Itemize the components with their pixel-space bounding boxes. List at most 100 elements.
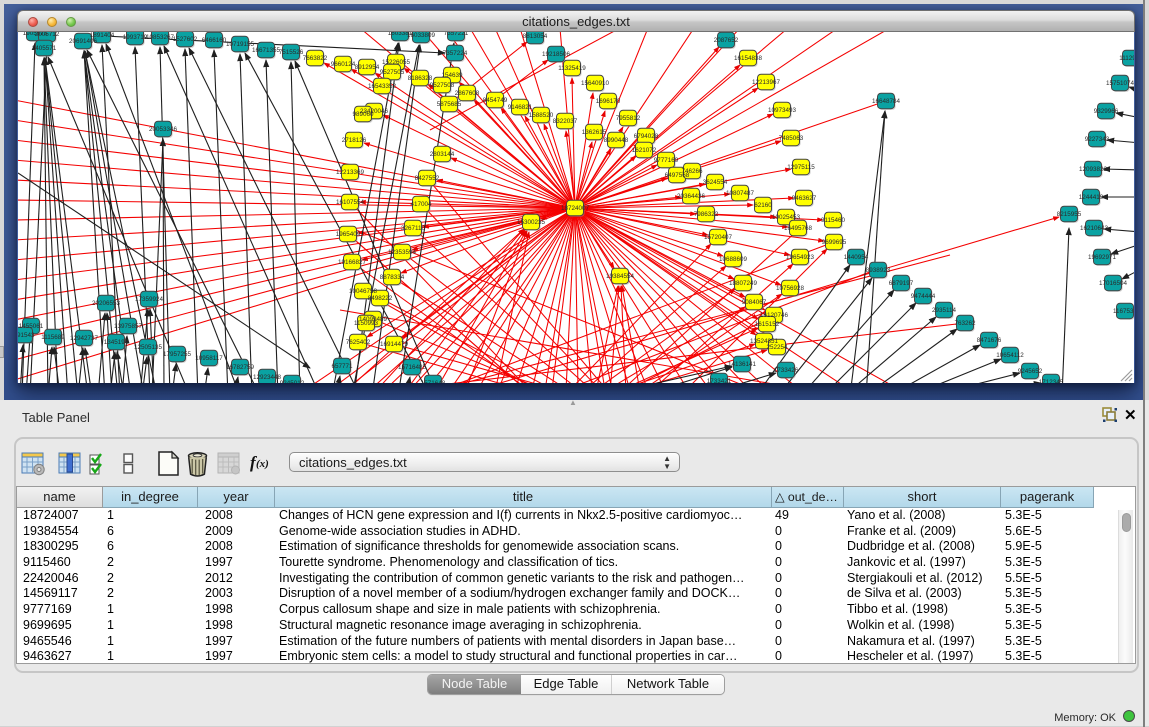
svg-text:16120746: 16120746 (760, 312, 789, 319)
svg-text:1345194: 1345194 (104, 339, 129, 346)
svg-text:2803144: 2803144 (430, 151, 455, 158)
svg-text:5875685: 5875685 (437, 101, 462, 108)
svg-text:10973493: 10973493 (768, 107, 797, 114)
svg-text:19654923: 19654923 (786, 254, 815, 261)
svg-text:19166827: 19166827 (338, 259, 367, 266)
svg-text:16648784: 16648784 (872, 98, 901, 105)
svg-text:18724007: 18724007 (561, 205, 590, 212)
svg-text:13975857: 13975857 (114, 323, 143, 330)
svg-text:12353594: 12353594 (388, 249, 417, 256)
svg-text:10046758: 10046758 (349, 288, 378, 295)
svg-text:17359924: 17359924 (135, 296, 164, 303)
svg-text:16543352: 16543352 (368, 83, 397, 90)
svg-text:1405571: 1405571 (32, 45, 57, 52)
svg-text:16782759: 16782759 (226, 364, 255, 371)
svg-text:16914479: 16914479 (380, 341, 409, 348)
svg-text:12975115: 12975115 (787, 164, 815, 171)
svg-text:14136141: 14136141 (728, 361, 757, 368)
svg-text:1571648: 1571648 (421, 380, 446, 383)
svg-text:8912954: 8912954 (355, 64, 380, 71)
svg-text:2718126: 2718126 (342, 137, 367, 144)
svg-text:7663822: 7663822 (303, 55, 328, 62)
svg-text:1115689: 1115689 (41, 334, 65, 341)
svg-text:12923448: 12923448 (253, 374, 282, 381)
svg-text:11325419: 11325419 (558, 65, 586, 72)
svg-text:20206553: 20206553 (92, 300, 121, 307)
svg-text:9527505: 9527505 (380, 69, 405, 76)
svg-text:(x): (x) (256, 458, 269, 470)
svg-text:16154838: 16154838 (734, 55, 763, 62)
svg-text:7986322: 7986322 (694, 211, 719, 218)
svg-text:9474444: 9474444 (911, 293, 936, 300)
svg-text:16033809: 16033809 (407, 32, 436, 39)
svg-text:9527508: 9527508 (430, 82, 455, 89)
svg-text:8454749: 8454749 (483, 97, 508, 104)
svg-text:763262: 763262 (954, 320, 976, 327)
svg-text:1362615: 1362615 (582, 129, 607, 136)
svg-text:2005712: 2005712 (35, 32, 60, 38)
svg-text:7357221: 7357221 (444, 32, 469, 37)
svg-text:2935114: 2935114 (932, 307, 957, 314)
svg-text:989060: 989060 (352, 111, 374, 118)
svg-text:10025453: 10025453 (772, 214, 801, 221)
svg-text:9699695: 9699695 (822, 239, 847, 246)
svg-text:7485063: 7485063 (779, 135, 804, 142)
svg-text:1527602: 1527602 (173, 36, 198, 43)
svg-text:17957255: 17957255 (163, 351, 192, 358)
svg-text:9245652: 9245652 (1018, 368, 1043, 375)
svg-text:12505135: 12505135 (134, 344, 163, 351)
svg-text:9463627: 9463627 (792, 195, 817, 202)
svg-text:20691406: 20691406 (69, 38, 98, 45)
svg-text:1621072: 1621072 (632, 147, 657, 154)
svg-text:6879197: 6879197 (889, 280, 914, 287)
svg-text:154639: 154639 (441, 72, 463, 79)
svg-text:417004: 417004 (410, 201, 432, 208)
svg-text:62160: 62160 (754, 202, 772, 209)
svg-text:10807487: 10807487 (726, 190, 755, 197)
svg-text:657771: 657771 (331, 363, 353, 370)
svg-text:7955812: 7955812 (616, 115, 641, 122)
svg-text:1993719: 1993719 (123, 34, 148, 41)
svg-text:9146821: 9146821 (508, 104, 533, 111)
svg-text:19384554: 19384554 (606, 273, 635, 280)
svg-text:8878334: 8878334 (380, 274, 405, 281)
svg-text:391543: 391543 (18, 332, 35, 339)
svg-text:8813054: 8813054 (523, 33, 548, 40)
svg-text:10756928: 10756928 (776, 285, 805, 292)
svg-text:8186328: 8186328 (408, 75, 433, 82)
svg-text:1891404: 1891404 (90, 32, 115, 39)
svg-text:10719155: 10719155 (226, 41, 255, 48)
svg-text:20053346: 20053346 (149, 126, 178, 133)
svg-text:9329966: 9329966 (1094, 108, 1119, 115)
svg-text:8990448: 8990448 (604, 137, 629, 144)
svg-text:1588520: 1588520 (529, 112, 554, 119)
svg-text:10853267: 10853267 (146, 34, 175, 41)
svg-text:16210643: 16210643 (1080, 225, 1109, 232)
svg-text:15716485: 15716485 (398, 364, 427, 371)
svg-text:1733421: 1733421 (707, 378, 732, 383)
svg-text:6794028: 6794028 (634, 133, 659, 140)
svg-text:1696170: 1696170 (596, 98, 621, 105)
svg-text:12213369: 12213369 (336, 169, 365, 176)
svg-text:1244419: 1244419 (1079, 194, 1104, 201)
svg-text:15720407: 15720407 (704, 234, 733, 241)
svg-text:2867608: 2867608 (455, 90, 480, 97)
svg-text:8322037: 8322037 (553, 118, 578, 125)
svg-text:1615152: 1615152 (755, 321, 780, 328)
svg-text:9777169: 9777169 (654, 157, 679, 164)
svg-text:1965409: 1965409 (336, 231, 361, 238)
svg-text:9227343: 9227343 (1085, 136, 1110, 143)
svg-text:16671355: 16671355 (252, 47, 281, 54)
svg-text:7357224: 7357224 (443, 50, 468, 57)
svg-text:2087652: 2087652 (714, 37, 739, 44)
svg-text:6466160: 6466160 (202, 37, 227, 44)
svg-text:1712345: 1712345 (1039, 379, 1064, 383)
svg-text:10654112: 10654112 (996, 352, 1024, 359)
svg-text:12942737: 12942737 (70, 335, 99, 342)
svg-text:1112974: 1112974 (1119, 55, 1134, 62)
svg-text:15226055: 15226055 (382, 59, 411, 66)
svg-text:8471676: 8471676 (977, 337, 1002, 344)
svg-text:8427552: 8427552 (415, 175, 440, 182)
svg-text:19692971: 19692971 (1088, 254, 1117, 261)
svg-text:8498222: 8498222 (368, 295, 393, 302)
